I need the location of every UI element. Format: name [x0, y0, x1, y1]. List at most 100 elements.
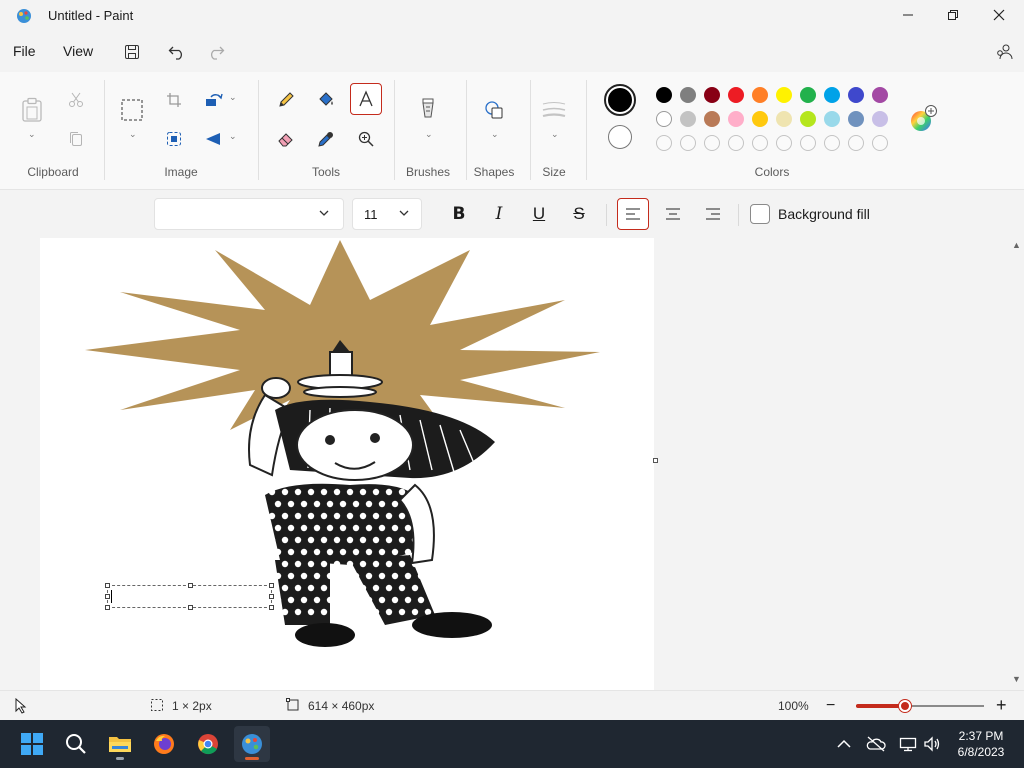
- vertical-scrollbar[interactable]: ▲ ▼: [1008, 238, 1024, 690]
- account-settings-icon[interactable]: [994, 42, 1014, 62]
- minimize-button[interactable]: [885, 0, 931, 32]
- copy-icon[interactable]: [62, 125, 90, 153]
- resize-handle[interactable]: [105, 605, 110, 610]
- fill-bucket-icon[interactable]: [312, 86, 340, 114]
- paste-chevron-down-icon[interactable]: ⌄: [28, 129, 36, 140]
- menu-file[interactable]: File: [13, 43, 36, 59]
- text-tool-button[interactable]: [350, 83, 382, 115]
- font-size-dropdown[interactable]: 11: [352, 198, 422, 230]
- secondary-color-button[interactable]: [608, 125, 632, 149]
- palette-swatch[interactable]: [872, 111, 888, 127]
- custom-color-slot[interactable]: [848, 135, 864, 151]
- custom-color-slot[interactable]: [824, 135, 840, 151]
- resize-handle[interactable]: [188, 583, 193, 588]
- size-chevron-down-icon[interactable]: ⌄: [551, 129, 559, 140]
- italic-button[interactable]: I: [483, 198, 515, 230]
- resize-handle[interactable]: [188, 605, 193, 610]
- paste-icon[interactable]: [18, 96, 46, 124]
- redo-icon[interactable]: [206, 42, 226, 62]
- undo-icon[interactable]: [167, 42, 187, 62]
- align-center-button[interactable]: [657, 198, 689, 230]
- system-clock[interactable]: 2:37 PM 6/8/2023: [948, 728, 1014, 760]
- resize-handle[interactable]: [105, 594, 110, 599]
- restore-button[interactable]: [930, 0, 976, 32]
- eraser-icon[interactable]: [272, 125, 300, 153]
- pencil-icon[interactable]: [272, 86, 300, 114]
- palette-swatch[interactable]: [704, 87, 720, 103]
- resize-handle[interactable]: [105, 583, 110, 588]
- palette-swatch[interactable]: [656, 111, 672, 127]
- firefox-icon[interactable]: [146, 726, 182, 762]
- palette-swatch[interactable]: [824, 87, 840, 103]
- palette-swatch[interactable]: [800, 111, 816, 127]
- brushes-chevron-down-icon[interactable]: ⌄: [425, 129, 433, 140]
- network-icon[interactable]: [898, 734, 918, 754]
- palette-swatch[interactable]: [680, 111, 696, 127]
- chrome-icon[interactable]: [190, 726, 226, 762]
- select-chevron-down-icon[interactable]: ⌄: [129, 129, 137, 140]
- magnifier-icon[interactable]: [352, 125, 380, 153]
- palette-swatch[interactable]: [680, 87, 696, 103]
- text-input-box[interactable]: [105, 583, 274, 610]
- underline-button[interactable]: U: [523, 198, 555, 230]
- custom-color-slot[interactable]: [872, 135, 888, 151]
- resize-handle[interactable]: [269, 605, 274, 610]
- palette-swatch[interactable]: [656, 87, 672, 103]
- resize-handle[interactable]: [269, 583, 274, 588]
- font-family-dropdown[interactable]: [154, 198, 344, 230]
- onedrive-offline-icon[interactable]: [866, 734, 886, 754]
- custom-color-slot[interactable]: [728, 135, 744, 151]
- zoom-out-icon[interactable]: −: [826, 697, 835, 715]
- scroll-down-icon[interactable]: ▼: [1012, 674, 1021, 684]
- paint-taskbar-icon[interactable]: [234, 726, 270, 762]
- canvas-resize-handle[interactable]: [653, 458, 658, 463]
- volume-icon[interactable]: [922, 734, 942, 754]
- custom-color-slot[interactable]: [656, 135, 672, 151]
- zoom-in-icon[interactable]: +: [996, 695, 1007, 716]
- background-fill-checkbox[interactable]: [750, 204, 770, 224]
- palette-swatch[interactable]: [704, 111, 720, 127]
- edit-colors-icon[interactable]: [908, 104, 938, 134]
- close-button[interactable]: [976, 0, 1022, 32]
- palette-swatch[interactable]: [872, 87, 888, 103]
- flip-chevron-down-icon[interactable]: ⌄: [229, 131, 237, 142]
- windows-start-icon[interactable]: [14, 726, 50, 762]
- rotate-icon[interactable]: [200, 86, 228, 114]
- rectangle-select-icon[interactable]: [118, 96, 146, 124]
- custom-color-slot[interactable]: [704, 135, 720, 151]
- scroll-up-icon[interactable]: ▲: [1012, 240, 1021, 250]
- palette-swatch[interactable]: [728, 87, 744, 103]
- palette-swatch[interactable]: [752, 111, 768, 127]
- zoom-slider-thumb[interactable]: [898, 700, 911, 712]
- drawing-canvas[interactable]: [40, 238, 654, 690]
- custom-color-slot[interactable]: [752, 135, 768, 151]
- custom-color-slot[interactable]: [776, 135, 792, 151]
- align-left-button[interactable]: [617, 198, 649, 230]
- shapes-icon[interactable]: [480, 96, 508, 124]
- align-right-button[interactable]: [697, 198, 729, 230]
- file-explorer-icon[interactable]: [102, 726, 138, 762]
- cut-icon[interactable]: [62, 86, 90, 114]
- palette-swatch[interactable]: [848, 87, 864, 103]
- resize-handle[interactable]: [269, 594, 274, 599]
- size-lines-icon[interactable]: [540, 96, 568, 124]
- resize-icon[interactable]: [160, 125, 188, 153]
- strikethrough-button[interactable]: S: [563, 198, 595, 230]
- bold-button[interactable]: B: [443, 198, 475, 230]
- flip-icon[interactable]: [200, 125, 228, 153]
- menu-view[interactable]: View: [63, 43, 93, 59]
- palette-swatch[interactable]: [848, 111, 864, 127]
- brush-icon[interactable]: [414, 96, 442, 124]
- zoom-slider[interactable]: [856, 700, 984, 712]
- custom-color-slot[interactable]: [800, 135, 816, 151]
- palette-swatch[interactable]: [776, 87, 792, 103]
- palette-swatch[interactable]: [728, 111, 744, 127]
- palette-swatch[interactable]: [800, 87, 816, 103]
- search-icon[interactable]: [58, 726, 94, 762]
- primary-color-button[interactable]: [604, 84, 636, 116]
- rotate-chevron-down-icon[interactable]: ⌄: [229, 92, 237, 103]
- palette-swatch[interactable]: [776, 111, 792, 127]
- color-picker-icon[interactable]: [312, 125, 340, 153]
- chevron-up-icon[interactable]: [834, 734, 854, 754]
- save-icon[interactable]: [122, 42, 142, 62]
